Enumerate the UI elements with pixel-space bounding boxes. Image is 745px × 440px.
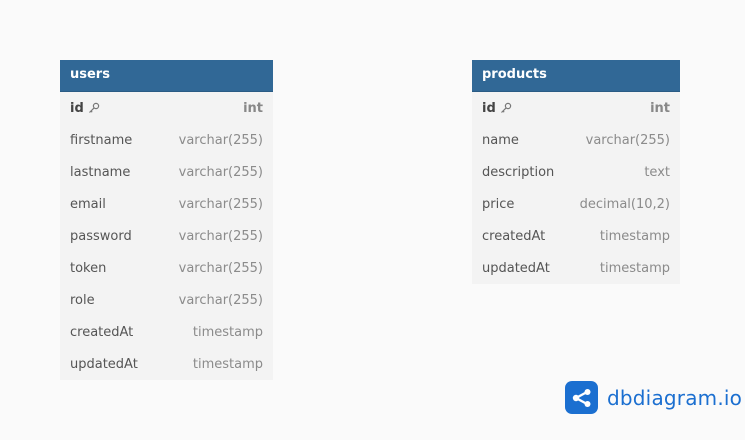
brand-text: dbdiagram.io [607, 385, 743, 410]
column-type: varchar(255) [585, 132, 670, 148]
column-type: int [650, 100, 670, 116]
column-name: updatedAt [70, 356, 138, 372]
column-type: varchar(255) [178, 164, 263, 180]
table-header[interactable]: users [60, 60, 273, 92]
column-type: text [644, 164, 670, 180]
table-row[interactable]: updatedAt timestamp [60, 348, 273, 380]
key-icon [88, 102, 99, 113]
column-type: int [243, 100, 263, 116]
column-name: description [482, 164, 555, 180]
column-type: varchar(255) [178, 132, 263, 148]
column-type: timestamp [599, 228, 670, 244]
column-name: name [482, 132, 519, 148]
table-row[interactable]: role varchar(255) [60, 284, 273, 316]
column-type: varchar(255) [178, 196, 263, 212]
column-name: price [482, 196, 515, 212]
column-name: id [70, 100, 84, 116]
table-users[interactable]: users id int firstname varchar(255) last… [60, 60, 273, 380]
table-row[interactable]: createdAt timestamp [472, 220, 680, 252]
column-name: password [70, 228, 132, 244]
column-name: role [70, 292, 95, 308]
column-type: varchar(255) [178, 292, 263, 308]
table-row[interactable]: id int [60, 92, 273, 124]
column-name: email [70, 196, 106, 212]
column-name: id [482, 100, 496, 116]
table-row[interactable]: name varchar(255) [472, 124, 680, 156]
key-icon [500, 102, 511, 113]
dbdiagram-logo-icon [565, 381, 598, 414]
table-row[interactable]: price decimal(10,2) [472, 188, 680, 220]
table-row[interactable]: password varchar(255) [60, 220, 273, 252]
column-name: createdAt [482, 228, 546, 244]
column-type: decimal(10,2) [579, 196, 670, 212]
column-name: updatedAt [482, 260, 550, 276]
table-products[interactable]: products id int name varchar(255) descri… [472, 60, 680, 284]
dbdiagram-brand[interactable]: dbdiagram.io [565, 381, 742, 414]
table-row[interactable]: token varchar(255) [60, 252, 273, 284]
column-name: createdAt [70, 324, 134, 340]
column-name: lastname [70, 164, 131, 180]
table-row[interactable]: id int [472, 92, 680, 124]
table-header[interactable]: products [472, 60, 680, 92]
table-row[interactable]: updatedAt timestamp [472, 252, 680, 284]
column-name: firstname [70, 132, 133, 148]
column-type: varchar(255) [178, 260, 263, 276]
table-row[interactable]: firstname varchar(255) [60, 124, 273, 156]
table-row[interactable]: createdAt timestamp [60, 316, 273, 348]
column-type: timestamp [192, 324, 263, 340]
column-type: varchar(255) [178, 228, 263, 244]
table-row[interactable]: description text [472, 156, 680, 188]
column-type: timestamp [192, 356, 263, 372]
column-name: token [70, 260, 107, 276]
column-type: timestamp [599, 260, 670, 276]
table-row[interactable]: lastname varchar(255) [60, 156, 273, 188]
table-row[interactable]: email varchar(255) [60, 188, 273, 220]
